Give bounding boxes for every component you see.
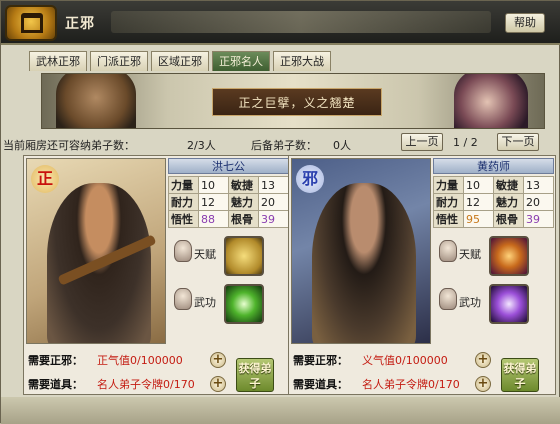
stat-endurance: 12: [198, 193, 229, 211]
stat-label: 根骨: [493, 210, 524, 228]
help-button[interactable]: 帮助: [505, 13, 545, 33]
req-alignment-value: 义气值0/100000: [362, 354, 448, 367]
req-item-label: 需要道具：: [293, 378, 348, 391]
stat-label: 力量: [168, 176, 199, 194]
add-item-button[interactable]: +: [475, 376, 491, 392]
evil-mark: 邪: [296, 165, 324, 193]
talent-scroll-icon[interactable]: [224, 236, 264, 276]
stat-aptitude: 39: [258, 210, 289, 228]
capacity-label: 当前厢房还可容纳弟子数：: [3, 139, 135, 152]
hero-stats-table: 力量 10 敏捷 13 耐力 12 魅力 20 悟性 95 根骨 39: [433, 176, 554, 228]
footer-bar: [1, 397, 560, 424]
faction-emblem-icon: [5, 5, 57, 41]
hero-figure-image: [312, 183, 416, 343]
req-item: 需要道具： 名人弟子令牌0/170: [28, 376, 195, 392]
stat-comprehension: 88: [198, 210, 229, 228]
stat-strength: 10: [463, 176, 494, 194]
hero-name: 黄药师: [433, 158, 554, 174]
stat-label: 根骨: [228, 210, 259, 228]
reserve-label: 后备弟子数：: [251, 139, 317, 152]
add-alignment-button[interactable]: +: [475, 352, 491, 368]
req-alignment-value: 正气值0/100000: [97, 354, 183, 367]
req-item-value: 名人弟子令牌0/170: [97, 378, 195, 391]
banner-hero-right-image: [454, 74, 528, 128]
req-alignment: 需要正邪： 正气值0/100000: [28, 352, 183, 368]
tab-wulin[interactable]: 武林正邪: [29, 51, 87, 71]
stat-charm: 20: [258, 193, 289, 211]
stat-label: 力量: [433, 176, 464, 194]
skill-row: 武功: [437, 284, 487, 318]
app-window: 正邪 帮助 武林正邪 门派正邪 区域正邪 正邪名人 正邪大战 正之巨擘，义之翘楚…: [0, 0, 560, 424]
stat-label: 魅力: [493, 193, 524, 211]
hero-card-right: 邪 黄药师 力量 10 敏捷 13 耐力 12 魅力 20 悟性 95 根骨 3…: [288, 155, 556, 395]
req-item: 需要道具： 名人弟子令牌0/170: [293, 376, 460, 392]
talent-row: 天赋: [172, 236, 222, 270]
tab-celebrities[interactable]: 正邪名人: [212, 51, 270, 71]
stat-label: 魅力: [228, 193, 259, 211]
talent-brain-icon[interactable]: [489, 236, 529, 276]
skill-label: 武功: [194, 296, 216, 309]
skill-row: 武功: [172, 284, 222, 318]
stat-label: 耐力: [433, 193, 464, 211]
stat-strength: 10: [198, 176, 229, 194]
stat-charm: 20: [523, 193, 554, 211]
stat-label: 耐力: [168, 193, 199, 211]
tab-region[interactable]: 区域正邪: [151, 51, 209, 71]
tab-sect[interactable]: 门派正邪: [90, 51, 148, 71]
hero-card-left: 正 洪七公 力量 10 敏捷 13 耐力 12 魅力 20 悟性 88 根骨 3…: [23, 155, 291, 395]
banner-slogan: 正之巨擘，义之翘楚: [212, 88, 382, 116]
stat-label: 悟性: [168, 210, 199, 228]
capacity-value: 2/3人: [187, 139, 216, 152]
stat-aptitude: 39: [523, 210, 554, 228]
banner-hero-left-image: [56, 74, 136, 128]
talent-head-icon: [439, 240, 457, 262]
stat-endurance: 12: [463, 193, 494, 211]
skill-label: 武功: [459, 296, 481, 309]
hero-name: 洪七公: [168, 158, 289, 174]
req-alignment: 需要正邪： 义气值0/100000: [293, 352, 448, 368]
req-item-value: 名人弟子令牌0/170: [362, 378, 460, 391]
add-alignment-button[interactable]: +: [210, 352, 226, 368]
stat-label: 敏捷: [228, 176, 259, 194]
hero-portrait[interactable]: 正: [26, 158, 166, 344]
talent-label: 天赋: [459, 248, 481, 261]
tab-battle[interactable]: 正邪大战: [273, 51, 331, 71]
talent-label: 天赋: [194, 248, 216, 261]
stat-agility: 13: [523, 176, 554, 194]
title-strip: [111, 11, 491, 33]
add-item-button[interactable]: +: [210, 376, 226, 392]
page-indicator: 1 / 2: [453, 136, 478, 149]
hero-portrait[interactable]: 邪: [291, 158, 431, 344]
talent-head-icon: [174, 240, 192, 262]
skill-green-slash-icon[interactable]: [224, 284, 264, 324]
get-disciple-button[interactable]: 获得弟子: [236, 358, 274, 392]
title-bar: 正邪 帮助: [1, 1, 560, 45]
req-item-label: 需要道具：: [28, 378, 83, 391]
banner: 正之巨擘，义之翘楚: [41, 73, 545, 129]
reserve-value: 0人: [333, 139, 351, 152]
req-alignment-label: 需要正邪：: [28, 354, 83, 367]
stat-label: 敏捷: [493, 176, 524, 194]
skill-purple-orb-icon[interactable]: [489, 284, 529, 324]
get-disciple-button[interactable]: 获得弟子: [501, 358, 539, 392]
stat-label: 悟性: [433, 210, 464, 228]
talent-row: 天赋: [437, 236, 487, 270]
tab-bar: 武林正邪 门派正邪 区域正邪 正邪名人 正邪大战: [29, 51, 331, 71]
window-title: 正邪: [65, 16, 95, 32]
next-page-button[interactable]: 下一页: [497, 133, 539, 151]
stat-agility: 13: [258, 176, 289, 194]
stat-comprehension: 95: [463, 210, 494, 228]
req-alignment-label: 需要正邪：: [293, 354, 348, 367]
hero-stats-table: 力量 10 敏捷 13 耐力 12 魅力 20 悟性 88 根骨 39: [168, 176, 289, 228]
skill-fist-icon: [439, 288, 457, 310]
skill-fist-icon: [174, 288, 192, 310]
prev-page-button[interactable]: 上一页: [401, 133, 443, 151]
righteous-mark: 正: [31, 165, 59, 193]
